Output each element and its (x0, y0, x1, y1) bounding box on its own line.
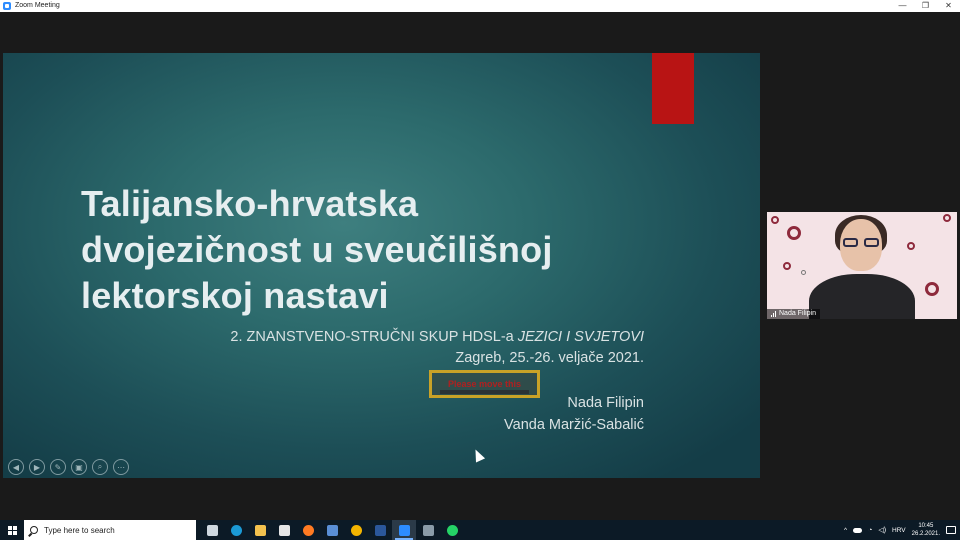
network-icon[interactable]: ◔ (868, 527, 872, 534)
taskbar-search-box[interactable]: Type here to search (24, 520, 196, 540)
slide-title-line-1: Talijansko-hrvatska (81, 183, 419, 224)
background-ring-icon (925, 282, 939, 296)
edge-icon (230, 524, 242, 536)
glasses-icon (843, 238, 879, 247)
background-ring-icon (907, 242, 915, 250)
zoom-icon[interactable]: ⌕ (92, 459, 108, 475)
taskbar-app-word[interactable] (368, 520, 392, 540)
taskbar-app-file-explorer[interactable] (248, 520, 272, 540)
more-options-icon[interactable]: ⋯ (113, 459, 129, 475)
taskbar-apps (200, 520, 464, 540)
close-button[interactable]: ✕ (937, 0, 960, 12)
signal-strength-icon (771, 311, 776, 317)
next-slide-icon[interactable]: ▶ (29, 459, 45, 475)
slide-subtitle: 2. ZNANSTVENO-STRUČNI SKUP HDSL-a JEZICI… (230, 329, 644, 345)
whatsapp-icon (446, 524, 458, 536)
window-titlebar: Zoom Meeting — ❐ ✕ (0, 0, 960, 12)
slide-note-box: Please move this (429, 370, 540, 398)
shared-slide[interactable]: Talijansko-hrvatska dvojezičnost u sveuč… (3, 53, 760, 478)
firefox-icon (302, 524, 314, 536)
search-icon (30, 526, 38, 534)
store-icon (278, 524, 290, 536)
taskbar-app-thunderbird[interactable] (320, 520, 344, 540)
slide-red-accent (652, 53, 694, 124)
background-ring-icon (787, 226, 801, 240)
window-controls: — ❐ ✕ (891, 0, 960, 12)
previous-slide-icon[interactable]: ◀ (8, 459, 24, 475)
slide-note-text: Please move this (447, 379, 522, 389)
clock-time: 10:45 (918, 523, 934, 529)
calculator-icon (422, 524, 434, 536)
language-indicator[interactable]: HRV (892, 527, 906, 534)
taskbar-app-edge[interactable] (224, 520, 248, 540)
windows-taskbar: Type here to search ^ ◔ ◁) HRV 10:45 26.… (0, 520, 960, 540)
mouse-cursor-icon (470, 447, 486, 463)
file-explorer-icon (254, 524, 266, 536)
clock-date: 26.2.2021. (911, 531, 940, 537)
background-ring-icon (943, 214, 951, 222)
background-ring-icon (801, 270, 806, 275)
volume-icon[interactable]: ◁) (878, 526, 886, 534)
slide-title: Talijansko-hrvatska dvojezičnost u sveuč… (81, 181, 701, 319)
zoom-icon (398, 524, 410, 536)
taskbar-app-firefox[interactable] (296, 520, 320, 540)
zoom-app-icon (3, 2, 11, 10)
slide-title-line-3: lektorskoj nastavi (81, 275, 389, 316)
taskbar-app-chrome[interactable] (344, 520, 368, 540)
taskbar-clock[interactable]: 10:45 26.2.2021. (912, 522, 940, 538)
slide-subtitle-italic: JEZICI I SVJETOVI (517, 329, 644, 345)
slide-title-line-2: dvojezičnost u sveučilišnoj (81, 229, 553, 270)
taskbar-app-zoom[interactable] (392, 520, 416, 540)
notification-icon[interactable] (946, 526, 956, 534)
search-placeholder: Type here to search (44, 525, 115, 535)
window-title: Zoom Meeting (15, 2, 60, 9)
taskbar-app-whatsapp[interactable] (440, 520, 464, 540)
see-all-slides-icon[interactable]: ▣ (71, 459, 87, 475)
restore-button[interactable]: ❐ (914, 0, 937, 12)
minimize-button[interactable]: — (891, 0, 914, 12)
thunderbird-icon (326, 524, 338, 536)
word-icon (374, 524, 386, 536)
slide-author-1: Nada Filipin (567, 395, 644, 411)
start-button[interactable] (0, 520, 24, 540)
windows-logo-icon (7, 525, 17, 535)
show-hidden-icons-icon[interactable]: ^ (844, 527, 847, 534)
person-body (809, 274, 915, 319)
taskbar-app-calculator[interactable] (416, 520, 440, 540)
slide-author-2: Vanda Maržić-Sabalić (504, 417, 644, 433)
participant-nameplate: Nada Filipin (767, 309, 820, 319)
taskbar-app-task-view[interactable] (200, 520, 224, 540)
taskbar-app-store[interactable] (272, 520, 296, 540)
task-view-icon (206, 524, 218, 536)
system-tray: ^ ◔ ◁) HRV 10:45 26.2.2021. (844, 522, 960, 538)
background-ring-icon (783, 262, 791, 270)
onedrive-icon[interactable] (853, 527, 863, 533)
slide-controls: ◀ ▶ ✎ ▣ ⌕ ⋯ (8, 459, 129, 475)
background-ring-icon (771, 216, 779, 224)
slide-subtitle-prefix: 2. ZNANSTVENO-STRUČNI SKUP HDSL-a (230, 329, 518, 345)
chrome-icon (350, 524, 362, 536)
participant-video-tile[interactable]: Nada Filipin (767, 212, 957, 319)
participant-name: Nada Filipin (779, 310, 816, 317)
slide-date: Zagreb, 25.-26. veljače 2021. (455, 350, 644, 366)
pen-icon[interactable]: ✎ (50, 459, 66, 475)
meeting-area: Talijansko-hrvatska dvojezičnost u sveuč… (0, 12, 960, 520)
